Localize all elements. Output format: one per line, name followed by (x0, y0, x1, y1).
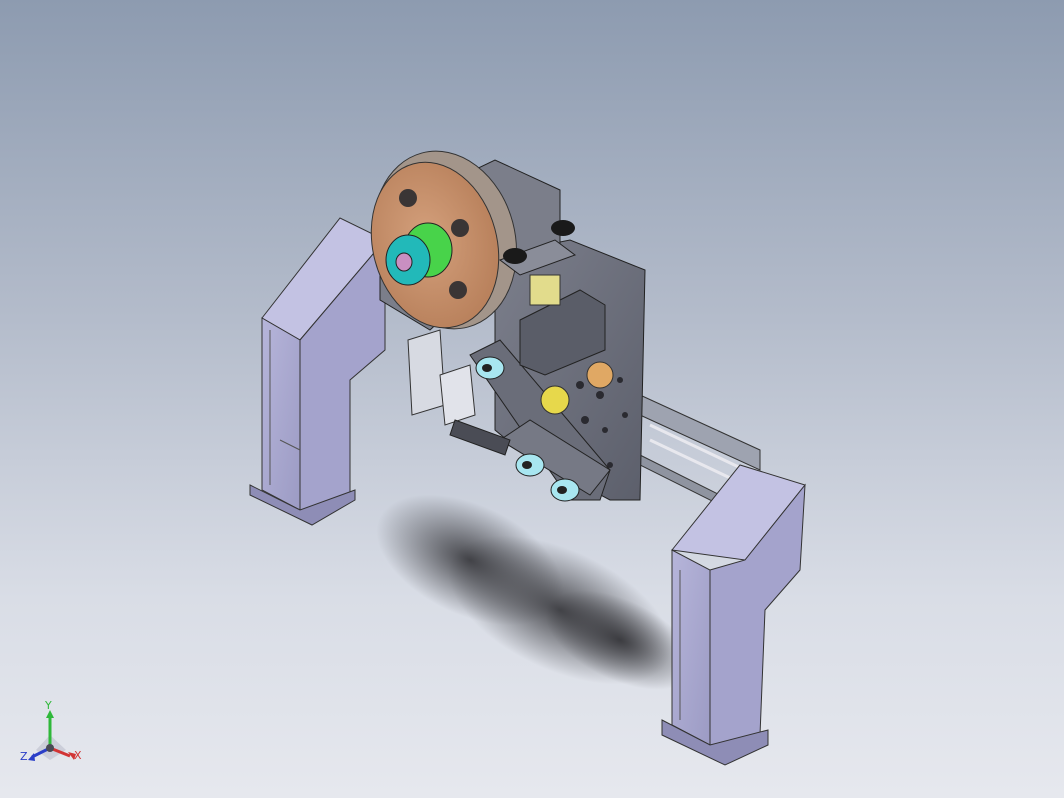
orientation-triad[interactable]: Y X Z (18, 700, 88, 775)
y-axis-label: Y (45, 699, 52, 712)
z-axis-label: Z (20, 750, 28, 763)
cad-viewport[interactable]: Y X Z (0, 0, 1064, 798)
x-axis-label: X (74, 749, 82, 762)
cad-model-scene[interactable] (0, 0, 1064, 798)
floor-shadow (376, 494, 695, 690)
right-frame-leg[interactable] (661, 464, 806, 766)
triad-axes-icon (28, 710, 76, 761)
left-frame-leg[interactable] (249, 217, 386, 526)
